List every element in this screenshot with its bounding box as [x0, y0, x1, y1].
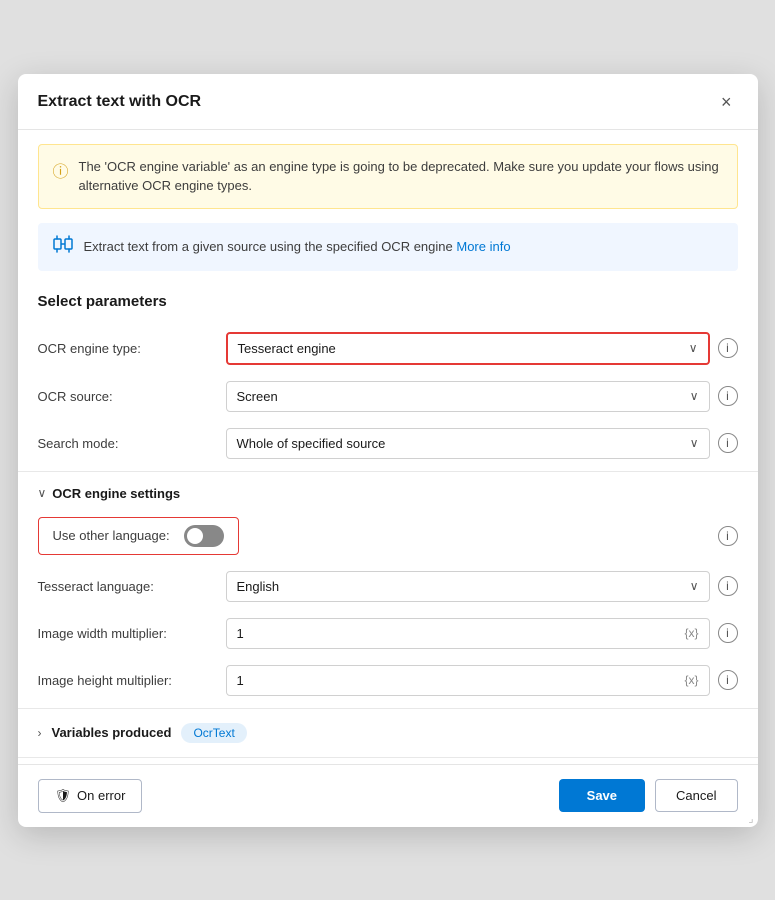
dialog-header: Extract text with OCR × [18, 74, 758, 130]
ocr-source-info[interactable]: i [718, 386, 738, 406]
ocr-engine-label: OCR engine type: [38, 341, 218, 356]
ocrtext-badge: OcrText [181, 723, 246, 743]
ocr-source-label: OCR source: [38, 389, 218, 404]
image-height-label: Image height multiplier: [38, 673, 218, 688]
dialog-footer: 🛡 On error Save Cancel [18, 764, 758, 827]
divider-2 [18, 708, 758, 709]
use-other-language-row: Use other language: i [18, 509, 758, 563]
tesseract-language-value: English [237, 579, 280, 594]
on-error-label: On error [77, 788, 125, 803]
tesseract-language-chevron: ∨ [690, 579, 699, 593]
ocr-settings-arrow: ∨ [38, 486, 47, 500]
use-other-language-box: Use other language: [38, 517, 239, 555]
variables-label: Variables produced [52, 725, 172, 740]
ocr-settings-title: OCR engine settings [52, 486, 180, 501]
variables-arrow[interactable]: › [38, 726, 42, 740]
more-info-link[interactable]: More info [456, 239, 510, 254]
tesseract-language-row: Tesseract language: English ∨ i [18, 563, 758, 610]
image-width-value: 1 [237, 626, 244, 641]
ocr-engine-dropdown[interactable]: Tesseract engine ∨ [226, 332, 710, 365]
ocr-source-chevron: ∨ [690, 389, 699, 403]
search-mode-chevron: ∨ [690, 436, 699, 450]
cancel-button[interactable]: Cancel [655, 779, 737, 812]
ocr-engine-info[interactable]: i [718, 338, 738, 358]
image-height-control: 1 {x} i [226, 665, 738, 696]
image-height-input[interactable]: 1 {x} [226, 665, 710, 696]
info-banner-description: Extract text from a given source using t… [84, 239, 453, 254]
tesseract-language-info[interactable]: i [718, 576, 738, 596]
image-width-input[interactable]: 1 {x} [226, 618, 710, 649]
dialog-title: Extract text with OCR [38, 93, 202, 111]
info-banner: Extract text from a given source using t… [38, 223, 738, 271]
search-mode-dropdown[interactable]: Whole of specified source ∨ [226, 428, 710, 459]
image-height-info[interactable]: i [718, 670, 738, 690]
toggle-knob [187, 528, 203, 544]
footer-actions: Save Cancel [559, 779, 738, 812]
ocr-settings-header[interactable]: ∨ OCR engine settings [18, 476, 758, 509]
ocr-source-value: Screen [237, 389, 278, 404]
image-height-value: 1 [237, 673, 244, 688]
variables-row: › Variables produced OcrText [18, 713, 758, 753]
search-mode-label: Search mode: [38, 436, 218, 451]
use-other-language-info[interactable]: i [718, 526, 738, 546]
warning-banner: ⓘ The 'OCR engine variable' as an engine… [38, 144, 738, 209]
section-title: Select parameters [18, 285, 758, 324]
image-height-row: Image height multiplier: 1 {x} i [18, 657, 758, 704]
warning-icon: ⓘ [53, 158, 69, 182]
search-mode-row: Search mode: Whole of specified source ∨… [18, 420, 758, 467]
ocr-engine-chevron: ∨ [689, 341, 698, 355]
image-width-label: Image width multiplier: [38, 626, 218, 641]
tesseract-language-control: English ∨ i [226, 571, 738, 602]
use-other-language-label: Use other language: [53, 528, 170, 543]
ocr-source-row: OCR source: Screen ∨ i [18, 373, 758, 420]
resize-handle: ⌟ [748, 812, 753, 825]
tesseract-language-label: Tesseract language: [38, 579, 218, 594]
tesseract-language-dropdown[interactable]: English ∨ [226, 571, 710, 602]
image-width-clear[interactable]: {x} [684, 626, 698, 640]
image-width-row: Image width multiplier: 1 {x} i [18, 610, 758, 657]
ocr-engine-control: Tesseract engine ∨ i [226, 332, 738, 365]
extract-text-ocr-dialog: Extract text with OCR × ⓘ The 'OCR engin… [18, 74, 758, 827]
ocr-icon [52, 233, 74, 261]
info-banner-text: Extract text from a given source using t… [84, 239, 511, 254]
ocr-engine-row: OCR engine type: Tesseract engine ∨ i [18, 324, 758, 373]
ocr-source-dropdown[interactable]: Screen ∨ [226, 381, 710, 412]
on-error-button[interactable]: 🛡 On error [38, 779, 143, 813]
use-other-language-toggle[interactable] [184, 525, 224, 547]
ocr-source-control: Screen ∨ i [226, 381, 738, 412]
search-mode-info[interactable]: i [718, 433, 738, 453]
close-button[interactable]: × [715, 90, 738, 115]
ocr-engine-value: Tesseract engine [238, 341, 336, 356]
divider-1 [18, 471, 758, 472]
warning-text: The 'OCR engine variable' as an engine t… [79, 157, 723, 196]
image-width-info[interactable]: i [718, 623, 738, 643]
search-mode-value: Whole of specified source [237, 436, 386, 451]
shield-icon: 🛡 [55, 788, 72, 804]
search-mode-control: Whole of specified source ∨ i [226, 428, 738, 459]
image-width-control: 1 {x} i [226, 618, 738, 649]
divider-3 [18, 757, 758, 758]
save-button[interactable]: Save [559, 779, 645, 812]
image-height-clear[interactable]: {x} [684, 673, 698, 687]
